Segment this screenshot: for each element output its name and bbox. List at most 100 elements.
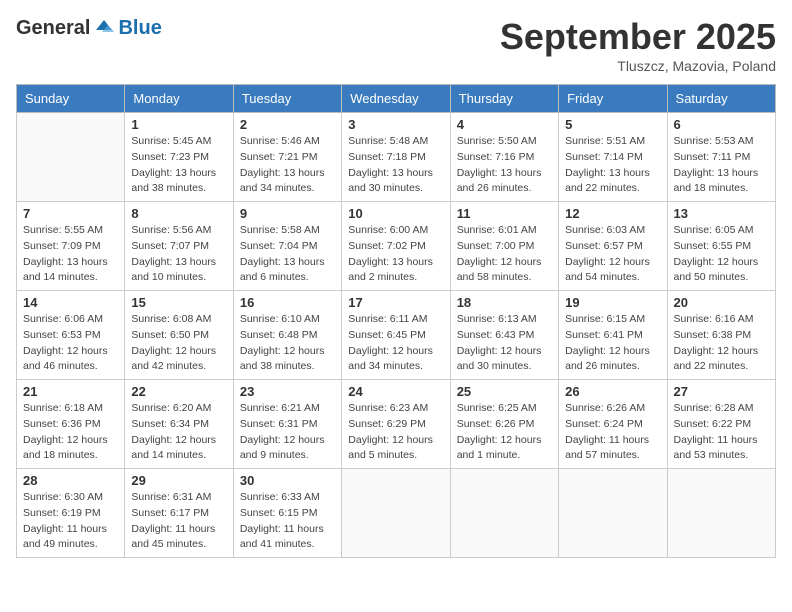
- logo-icon: [92, 16, 116, 40]
- logo-general: General: [16, 17, 90, 40]
- day-number: 23: [240, 384, 335, 399]
- day-info: Sunrise: 6:06 AM Sunset: 6:53 PM Dayligh…: [23, 312, 118, 375]
- calendar-cell: 23 Sunrise: 6:21 AM Sunset: 6:31 PM Dayli…: [233, 380, 341, 469]
- day-info: Sunrise: 6:10 AM Sunset: 6:48 PM Dayligh…: [240, 312, 335, 375]
- day-info: Sunrise: 6:26 AM Sunset: 6:24 PM Dayligh…: [565, 401, 660, 464]
- calendar-cell: 11 Sunrise: 6:01 AM Sunset: 7:00 PM Dayli…: [450, 202, 558, 291]
- calendar-cell: 12 Sunrise: 6:03 AM Sunset: 6:57 PM Dayli…: [559, 202, 667, 291]
- day-info: Sunrise: 6:05 AM Sunset: 6:55 PM Dayligh…: [674, 223, 769, 286]
- day-info: Sunrise: 5:56 AM Sunset: 7:07 PM Dayligh…: [131, 223, 226, 286]
- weekday-header-row: SundayMondayTuesdayWednesdayThursdayFrid…: [17, 85, 776, 113]
- day-number: 11: [457, 206, 552, 221]
- day-info: Sunrise: 6:20 AM Sunset: 6:34 PM Dayligh…: [131, 401, 226, 464]
- day-number: 26: [565, 384, 660, 399]
- weekday-header-tuesday: Tuesday: [233, 85, 341, 113]
- week-row-1: 1 Sunrise: 5:45 AM Sunset: 7:23 PM Daylig…: [17, 113, 776, 202]
- calendar-cell: 8 Sunrise: 5:56 AM Sunset: 7:07 PM Daylig…: [125, 202, 233, 291]
- day-info: Sunrise: 5:45 AM Sunset: 7:23 PM Dayligh…: [131, 134, 226, 197]
- day-info: Sunrise: 6:31 AM Sunset: 6:17 PM Dayligh…: [131, 490, 226, 553]
- week-row-4: 21 Sunrise: 6:18 AM Sunset: 6:36 PM Dayli…: [17, 380, 776, 469]
- weekday-header-thursday: Thursday: [450, 85, 558, 113]
- calendar-cell: 25 Sunrise: 6:25 AM Sunset: 6:26 PM Dayli…: [450, 380, 558, 469]
- calendar-cell: 28 Sunrise: 6:30 AM Sunset: 6:19 PM Dayli…: [17, 469, 125, 558]
- day-number: 30: [240, 473, 335, 488]
- calendar-cell: 14 Sunrise: 6:06 AM Sunset: 6:53 PM Dayli…: [17, 291, 125, 380]
- calendar-cell: 9Sunrise: 5:58 AM Sunset: 7:04 PM Daylig…: [233, 202, 341, 291]
- day-number: 12: [565, 206, 660, 221]
- day-number: 21: [23, 384, 118, 399]
- day-info: Sunrise: 6:16 AM Sunset: 6:38 PM Dayligh…: [674, 312, 769, 375]
- day-number: 7: [23, 206, 118, 221]
- day-info: Sunrise: 5:53 AM Sunset: 7:11 PM Dayligh…: [674, 134, 769, 197]
- calendar-cell: 1 Sunrise: 5:45 AM Sunset: 7:23 PM Daylig…: [125, 113, 233, 202]
- day-info: Sunrise: 5:58 AM Sunset: 7:04 PM Dayligh…: [240, 223, 335, 286]
- day-number: 27: [674, 384, 769, 399]
- day-number: 15: [131, 295, 226, 310]
- day-number: 28: [23, 473, 118, 488]
- calendar-cell: [342, 469, 450, 558]
- day-number: 14: [23, 295, 118, 310]
- day-info: Sunrise: 6:25 AM Sunset: 6:26 PM Dayligh…: [457, 401, 552, 464]
- week-row-5: 28 Sunrise: 6:30 AM Sunset: 6:19 PM Dayli…: [17, 469, 776, 558]
- calendar-cell: [559, 469, 667, 558]
- day-number: 19: [565, 295, 660, 310]
- calendar-cell: 26 Sunrise: 6:26 AM Sunset: 6:24 PM Dayli…: [559, 380, 667, 469]
- day-number: 8: [131, 206, 226, 221]
- day-info: Sunrise: 5:51 AM Sunset: 7:14 PM Dayligh…: [565, 134, 660, 197]
- logo-blue: Blue: [118, 17, 161, 40]
- weekday-header-sunday: Sunday: [17, 85, 125, 113]
- day-info: Sunrise: 6:15 AM Sunset: 6:41 PM Dayligh…: [565, 312, 660, 375]
- location-subtitle: Tluszcz, Mazovia, Poland: [500, 58, 776, 74]
- day-number: 6: [674, 117, 769, 132]
- calendar-cell: [17, 113, 125, 202]
- calendar-cell: 16 Sunrise: 6:10 AM Sunset: 6:48 PM Dayli…: [233, 291, 341, 380]
- day-info: Sunrise: 6:13 AM Sunset: 6:43 PM Dayligh…: [457, 312, 552, 375]
- calendar-cell: 27 Sunrise: 6:28 AM Sunset: 6:22 PM Dayli…: [667, 380, 775, 469]
- calendar-cell: 2Sunrise: 5:46 AM Sunset: 7:21 PM Daylig…: [233, 113, 341, 202]
- weekday-header-saturday: Saturday: [667, 85, 775, 113]
- page-header: General Blue September 2025 Tluszcz, Maz…: [16, 16, 776, 74]
- day-info: Sunrise: 6:03 AM Sunset: 6:57 PM Dayligh…: [565, 223, 660, 286]
- day-info: Sunrise: 6:00 AM Sunset: 7:02 PM Dayligh…: [348, 223, 443, 286]
- day-number: 22: [131, 384, 226, 399]
- day-number: 10: [348, 206, 443, 221]
- day-info: Sunrise: 6:18 AM Sunset: 6:36 PM Dayligh…: [23, 401, 118, 464]
- day-info: Sunrise: 6:28 AM Sunset: 6:22 PM Dayligh…: [674, 401, 769, 464]
- day-info: Sunrise: 6:30 AM Sunset: 6:19 PM Dayligh…: [23, 490, 118, 553]
- calendar-cell: 18 Sunrise: 6:13 AM Sunset: 6:43 PM Dayli…: [450, 291, 558, 380]
- day-number: 25: [457, 384, 552, 399]
- calendar-cell: 21 Sunrise: 6:18 AM Sunset: 6:36 PM Dayli…: [17, 380, 125, 469]
- calendar-cell: 13 Sunrise: 6:05 AM Sunset: 6:55 PM Dayli…: [667, 202, 775, 291]
- day-number: 20: [674, 295, 769, 310]
- day-info: Sunrise: 6:08 AM Sunset: 6:50 PM Dayligh…: [131, 312, 226, 375]
- day-number: 13: [674, 206, 769, 221]
- calendar-cell: [450, 469, 558, 558]
- calendar-cell: 24 Sunrise: 6:23 AM Sunset: 6:29 PM Dayli…: [342, 380, 450, 469]
- calendar-cell: 30Sunrise: 6:33 AM Sunset: 6:15 PM Dayli…: [233, 469, 341, 558]
- calendar-cell: 22 Sunrise: 6:20 AM Sunset: 6:34 PM Dayli…: [125, 380, 233, 469]
- day-number: 16: [240, 295, 335, 310]
- day-number: 2: [240, 117, 335, 132]
- week-row-2: 7 Sunrise: 5:55 AM Sunset: 7:09 PM Daylig…: [17, 202, 776, 291]
- logo: General Blue: [16, 16, 162, 40]
- calendar-cell: 3Sunrise: 5:48 AM Sunset: 7:18 PM Daylig…: [342, 113, 450, 202]
- calendar-table: SundayMondayTuesdayWednesdayThursdayFrid…: [16, 84, 776, 558]
- calendar-cell: 6 Sunrise: 5:53 AM Sunset: 7:11 PM Daylig…: [667, 113, 775, 202]
- calendar-cell: 15 Sunrise: 6:08 AM Sunset: 6:50 PM Dayli…: [125, 291, 233, 380]
- calendar-cell: 29 Sunrise: 6:31 AM Sunset: 6:17 PM Dayli…: [125, 469, 233, 558]
- day-number: 18: [457, 295, 552, 310]
- day-info: Sunrise: 6:01 AM Sunset: 7:00 PM Dayligh…: [457, 223, 552, 286]
- day-number: 1: [131, 117, 226, 132]
- day-info: Sunrise: 5:55 AM Sunset: 7:09 PM Dayligh…: [23, 223, 118, 286]
- month-title: September 2025: [500, 16, 776, 58]
- weekday-header-monday: Monday: [125, 85, 233, 113]
- calendar-cell: [667, 469, 775, 558]
- calendar-cell: 10 Sunrise: 6:00 AM Sunset: 7:02 PM Dayli…: [342, 202, 450, 291]
- calendar-cell: 17Sunrise: 6:11 AM Sunset: 6:45 PM Dayli…: [342, 291, 450, 380]
- day-info: Sunrise: 6:23 AM Sunset: 6:29 PM Dayligh…: [348, 401, 443, 464]
- day-number: 5: [565, 117, 660, 132]
- day-number: 29: [131, 473, 226, 488]
- calendar-cell: 19 Sunrise: 6:15 AM Sunset: 6:41 PM Dayli…: [559, 291, 667, 380]
- day-info: Sunrise: 6:21 AM Sunset: 6:31 PM Dayligh…: [240, 401, 335, 464]
- day-number: 24: [348, 384, 443, 399]
